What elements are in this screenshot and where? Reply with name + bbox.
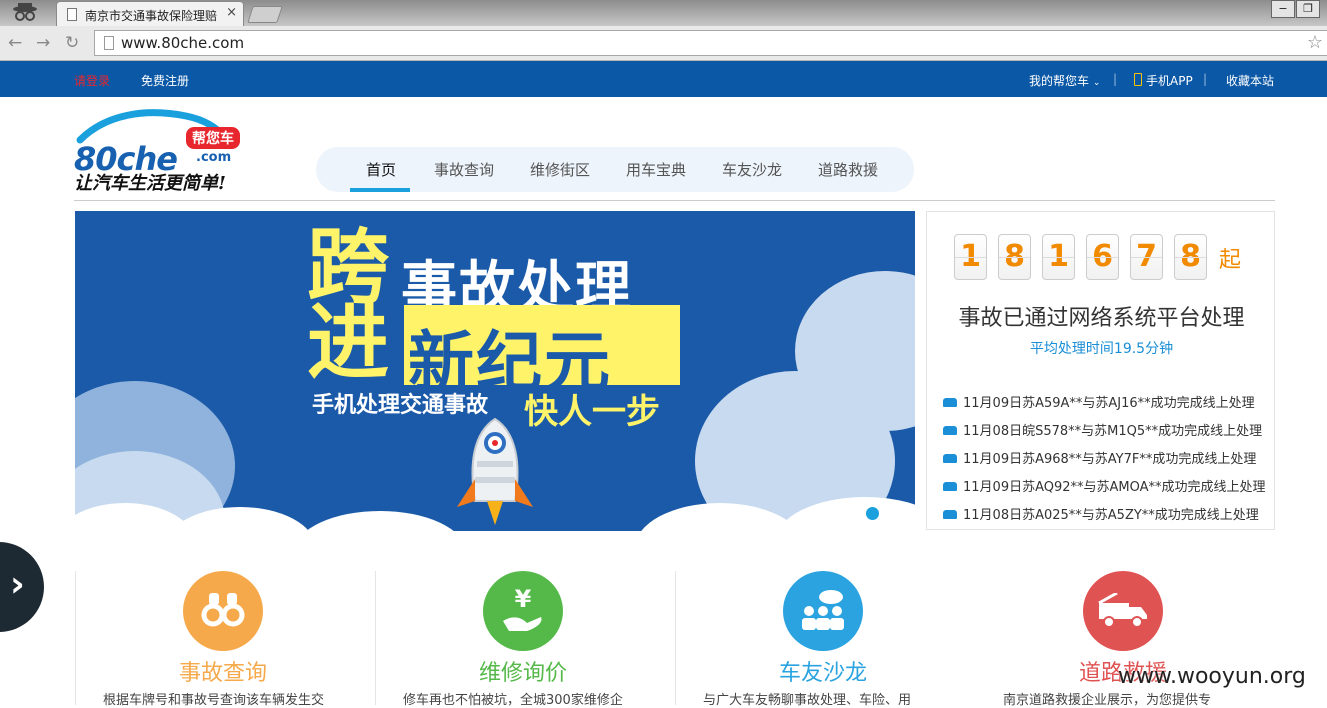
car-icon (943, 510, 957, 519)
nav-repair-district[interactable]: 维修街区 (530, 159, 590, 180)
service-desc: 与广大车友畅聊事故处理、车险、用 (703, 693, 912, 708)
car-icon (943, 482, 957, 491)
page-icon (67, 8, 77, 21)
url-text: www.80che.com (121, 34, 245, 52)
record-item[interactable]: 11月09日苏A59A**与苏AJ16**成功完成线上处理 (943, 392, 1255, 411)
divider: | (1203, 72, 1208, 86)
new-tab-button[interactable] (247, 6, 283, 23)
service-name: 维修询价 (478, 661, 567, 686)
chevron-right-icon: › (10, 564, 25, 605)
record-text: 11月08日苏A025**与苏A5ZY**成功完成线上处理 (963, 508, 1259, 523)
logo-domain: .com (196, 150, 232, 165)
banner-sub: 手机处理交通事故 (312, 393, 489, 418)
record-text: 11月08日皖S578**与苏M1Q5**成功完成线上处理 (963, 424, 1263, 439)
nav-active-indicator (350, 188, 410, 192)
restore-button[interactable]: ❐ (1296, 0, 1320, 18)
service-car-salon[interactable]: 车友沙龙 与广大车友畅聊事故处理、车险、用 (675, 571, 975, 708)
counter-digit: 1 (954, 234, 987, 280)
record-item[interactable]: 11月09日苏A968**与苏AY7F**成功完成线上处理 (943, 448, 1256, 467)
main-nav: 首页 事故查询 维修街区 用车宝典 车友沙龙 道路救援 (316, 147, 914, 192)
counter-digit: 8 (998, 234, 1031, 280)
reload-icon[interactable]: ↻ (65, 33, 79, 53)
minimize-button[interactable]: − (1271, 0, 1295, 18)
banner-char-enter: 进 (307, 296, 390, 391)
banner-fast: 快人一步 (524, 392, 660, 432)
counter-digit: 1 (1042, 234, 1075, 280)
counter-digit: 7 (1130, 234, 1163, 280)
nav-car-guide[interactable]: 用车宝典 (626, 159, 686, 180)
service-accident-query[interactable]: 事故查询 根据车牌号和事故号查询该车辆发生交 (75, 571, 375, 708)
rocket-icon (457, 417, 533, 525)
forward-icon[interactable]: → (36, 33, 50, 53)
phone-icon (1134, 73, 1142, 86)
record-text: 11月09日苏AQ92**与苏AMOA**成功完成线上处理 (963, 480, 1266, 495)
chat-people-icon (783, 571, 863, 651)
service-desc: 南京道路救援企业展示，为您提供专 (1003, 693, 1212, 708)
mobile-app-label: 手机APP (1146, 74, 1193, 88)
back-icon[interactable]: ← (8, 33, 22, 53)
stats-panel: 1 8 1 6 7 8 起 事故已通过网络系统平台处理 平均处理时间19.5分钟… (926, 211, 1275, 530)
login-link[interactable]: 请登录 (74, 72, 110, 89)
counter-digit: 6 (1086, 234, 1119, 280)
cloud-shape (295, 511, 465, 531)
record-item[interactable]: 11月08日苏A025**与苏A5ZY**成功完成线上处理 (943, 504, 1259, 523)
binoculars-icon (183, 571, 263, 651)
service-desc: 修车再也不怕被坑，全城300家维修企 (403, 693, 623, 708)
stats-avg-time: 平均处理时间19.5分钟 (1029, 341, 1174, 357)
car-icon (943, 426, 957, 435)
nav-road-rescue[interactable]: 道路救援 (818, 159, 878, 180)
hero-banner[interactable]: 跨 事故处理 进 新纪元 手机处理交通事故 快人一步 (75, 211, 915, 531)
bookmark-site-link[interactable]: 收藏本站 (1226, 72, 1274, 89)
close-tab-icon[interactable]: × (226, 5, 237, 20)
watermark: www.wooyun.org (1118, 664, 1306, 689)
record-item[interactable]: 11月08日皖S578**与苏M1Q5**成功完成线上处理 (943, 420, 1262, 439)
browser-toolbar: ← → ↻ www.80che.com ☆ (0, 26, 1327, 61)
mobile-app-link[interactable]: 手机APP (1134, 72, 1193, 89)
car-icon (943, 454, 957, 463)
divider (74, 200, 1275, 201)
counter-digit: 8 (1174, 234, 1207, 280)
bookmark-star-icon[interactable]: ☆ (1307, 32, 1323, 53)
register-link[interactable]: 免费注册 (141, 72, 189, 89)
nav-car-salon[interactable]: 车友沙龙 (722, 159, 782, 180)
stats-headline: 事故已通过网络系统平台处理 (958, 306, 1245, 331)
my-account-menu[interactable]: 我的帮您车 ⌄ (1029, 72, 1100, 89)
tow-truck-icon (1083, 571, 1163, 651)
counter-unit: 起 (1219, 248, 1242, 273)
browser-tab[interactable]: 南京市交通事故保险理赔 × (56, 1, 244, 26)
record-text: 11月09日苏A59A**与苏AJ16**成功完成线上处理 (963, 396, 1255, 411)
page-icon (104, 36, 114, 50)
site-logo[interactable]: 80che .com 帮您车 让汽车生活更简单! (74, 104, 254, 194)
yen-hand-icon: ¥ (483, 571, 563, 651)
nav-home[interactable]: 首页 (366, 159, 396, 180)
service-name: 事故查询 (178, 661, 267, 686)
record-item[interactable]: 11月09日苏AQ92**与苏AMOA**成功完成线上处理 (943, 476, 1266, 495)
side-expand-button[interactable]: › (0, 542, 44, 632)
service-name: 车友沙龙 (778, 661, 867, 686)
address-bar[interactable]: www.80che.com ☆ (94, 30, 1327, 56)
nav-accident-query[interactable]: 事故查询 (434, 159, 494, 180)
car-icon (943, 398, 957, 407)
site-top-bar: 请登录 免费注册 我的帮您车 ⌄ | 手机APP | 收藏本站 (0, 61, 1327, 97)
tab-title: 南京市交通事故保险理赔 (85, 9, 218, 23)
carousel-dot[interactable] (866, 507, 879, 520)
logo-badge: 帮您车 (186, 127, 240, 149)
record-text: 11月09日苏A968**与苏AY7F**成功完成线上处理 (963, 452, 1257, 467)
incognito-icon (13, 3, 37, 21)
browser-tab-strip: 南京市交通事故保险理赔 × − ❐ (0, 0, 1327, 26)
divider: | (1113, 72, 1118, 86)
chevron-down-icon: ⌄ (1092, 78, 1101, 88)
banner-highlight-box: 新纪元 (404, 305, 680, 401)
service-repair-quote[interactable]: ¥ 维修询价 修车再也不怕被坑，全城300家维修企 (375, 571, 675, 708)
logo-slogan: 让汽车生活更简单! (74, 173, 226, 194)
service-desc: 根据车牌号和事故号查询该车辆发生交 (103, 693, 325, 708)
my-account-label: 我的帮您车 (1029, 74, 1090, 88)
